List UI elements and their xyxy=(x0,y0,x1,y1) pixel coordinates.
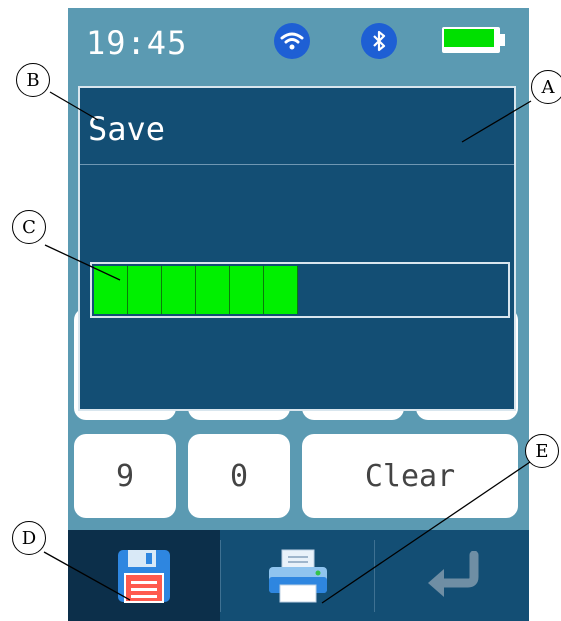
progress-segment xyxy=(230,266,264,314)
save-dialog: Save xyxy=(78,86,516,411)
progress-segment xyxy=(196,266,230,314)
enter-icon xyxy=(428,550,479,597)
print-button[interactable] xyxy=(221,530,374,621)
clock-time: 19:45 xyxy=(86,24,188,62)
callout-c: C xyxy=(12,210,46,244)
key-9[interactable]: 9 xyxy=(74,434,176,518)
save-icon xyxy=(118,549,170,603)
enter-button[interactable] xyxy=(375,530,529,621)
callout-a: A xyxy=(531,70,561,104)
save-button[interactable] xyxy=(68,530,220,621)
device-screen: 19:45 9 0 Clear Save xyxy=(68,8,529,621)
clear-button[interactable]: Clear xyxy=(302,434,518,518)
progress-segment xyxy=(128,266,162,314)
status-bar: 19:45 xyxy=(68,8,529,78)
bottom-toolbar xyxy=(68,530,529,621)
key-0[interactable]: 0 xyxy=(188,434,290,518)
progress-fill xyxy=(94,266,298,314)
dialog-title: Save xyxy=(88,110,166,148)
callout-e: E xyxy=(525,434,559,468)
printer-icon xyxy=(268,549,327,602)
callout-d: D xyxy=(12,521,46,555)
progress-segment xyxy=(264,266,298,314)
progress-bar xyxy=(90,262,510,318)
progress-segment xyxy=(94,266,128,314)
battery-icon xyxy=(442,27,505,53)
wifi-icon xyxy=(274,23,310,59)
progress-segment xyxy=(162,266,196,314)
callout-b: B xyxy=(16,63,50,97)
dialog-divider xyxy=(80,164,514,165)
bluetooth-icon xyxy=(361,23,397,59)
